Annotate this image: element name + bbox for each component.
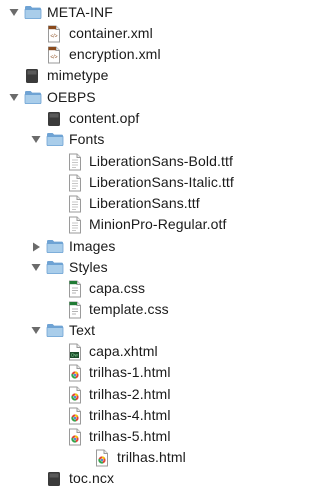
folder-icon [46, 322, 64, 340]
tree-item-label: MinionPro-Regular.otf [89, 216, 227, 232]
tree-item-label: Styles [69, 259, 108, 275]
tree-row-trilhas-2-html[interactable]: trilhas-2.html [0, 384, 266, 405]
tree-item-label: toc.ncx [69, 470, 115, 486]
folder-icon [24, 89, 42, 107]
tree-row-images[interactable]: Images [0, 236, 266, 257]
xml-file-icon: </> [46, 46, 64, 64]
disclosure-triangle-expanded-icon[interactable] [8, 92, 20, 104]
disclosure-triangle-collapsed-icon[interactable] [30, 241, 42, 253]
html-file-icon [94, 449, 112, 467]
tree-item-label: META-INF [47, 4, 113, 20]
tree-row-toc-ncx[interactable]: toc.ncx [0, 468, 266, 489]
folder-icon [46, 131, 64, 149]
tree-row-trilhas-4-html[interactable]: trilhas-4.html [0, 405, 266, 426]
tree-row-meta-inf[interactable]: META-INF [0, 2, 266, 23]
font-file-icon [67, 216, 85, 234]
dreamweaver-file-icon: Dw [67, 343, 85, 361]
html-file-icon [67, 386, 85, 404]
tree-row-trilhas-5-html[interactable]: trilhas-5.html [0, 426, 266, 447]
disclosure-triangle-expanded-icon[interactable] [30, 325, 42, 337]
tree-row-trilhas-html[interactable]: trilhas.html [0, 447, 266, 468]
tree-row-text[interactable]: Text [0, 320, 266, 341]
tree-row-styles[interactable]: Styles [0, 257, 266, 278]
html-file-icon [67, 407, 85, 425]
font-file-icon [67, 153, 85, 171]
font-file-icon [67, 195, 85, 213]
tree-item-label: trilhas-1.html [89, 364, 171, 380]
tree-item-label: trilhas-5.html [89, 428, 171, 444]
binary-file-icon [46, 110, 64, 128]
tree-row-capa-css[interactable]: capa.css [0, 278, 266, 299]
tree-row-liberationsans-bold-ttf[interactable]: LiberationSans-Bold.ttf [0, 151, 266, 172]
html-file-icon [67, 364, 85, 382]
tree-item-label: LiberationSans.ttf [89, 195, 200, 211]
tree-item-label: template.css [89, 301, 169, 317]
tree-item-label: content.opf [69, 110, 140, 126]
folder-icon [24, 4, 42, 22]
folder-icon [46, 238, 64, 256]
tree-item-label: capa.css [89, 280, 146, 296]
css-file-icon [67, 280, 85, 298]
tree-item-label: mimetype [47, 67, 109, 83]
tree-item-label: Images [69, 238, 116, 254]
xml-file-icon: </> [46, 25, 64, 43]
file-tree: META-INF </> container.xml </> encryptio… [0, 0, 266, 498]
tree-row-trilhas-1-html[interactable]: trilhas-1.html [0, 362, 266, 383]
folder-icon [46, 259, 64, 277]
svg-text:</>: </> [50, 54, 57, 60]
svg-text:Dw: Dw [71, 352, 78, 357]
tree-item-label: Text [69, 322, 96, 338]
tree-item-label: encryption.xml [69, 46, 161, 62]
tree-item-label: Fonts [69, 131, 105, 147]
disclosure-triangle-expanded-icon[interactable] [30, 134, 42, 146]
tree-row-template-css[interactable]: template.css [0, 299, 266, 320]
css-file-icon [67, 301, 85, 319]
tree-item-label: OEBPS [47, 89, 96, 105]
tree-item-label: LiberationSans-Italic.ttf [89, 174, 234, 190]
font-file-icon [67, 174, 85, 192]
tree-row-oebps[interactable]: OEBPS [0, 87, 266, 108]
tree-item-label: trilhas-2.html [89, 386, 171, 402]
tree-row-liberationsans-italic-ttf[interactable]: LiberationSans-Italic.ttf [0, 172, 266, 193]
tree-row-minionpro-regular-otf[interactable]: MinionPro-Regular.otf [0, 214, 266, 235]
tree-row-content-opf[interactable]: content.opf [0, 108, 266, 129]
tree-row-encryption-xml[interactable]: </> encryption.xml [0, 44, 266, 65]
tree-row-capa-xhtml[interactable]: Dw capa.xhtml [0, 341, 266, 362]
tree-item-label: LiberationSans-Bold.ttf [89, 153, 233, 169]
tree-row-liberationsans-ttf[interactable]: LiberationSans.ttf [0, 193, 266, 214]
binary-file-icon [24, 67, 42, 85]
disclosure-triangle-expanded-icon[interactable] [8, 7, 20, 19]
tree-item-label: container.xml [69, 25, 153, 41]
tree-item-label: trilhas.html [117, 449, 186, 465]
disclosure-triangle-expanded-icon[interactable] [30, 262, 42, 274]
tree-row-container-xml[interactable]: </> container.xml [0, 23, 266, 44]
tree-item-label: capa.xhtml [89, 343, 158, 359]
svg-text:</>: </> [50, 33, 57, 39]
tree-item-label: trilhas-4.html [89, 407, 171, 423]
tree-row-mimetype[interactable]: mimetype [0, 65, 266, 86]
html-file-icon [67, 428, 85, 446]
tree-row-fonts[interactable]: Fonts [0, 129, 266, 150]
binary-file-icon [46, 470, 64, 488]
